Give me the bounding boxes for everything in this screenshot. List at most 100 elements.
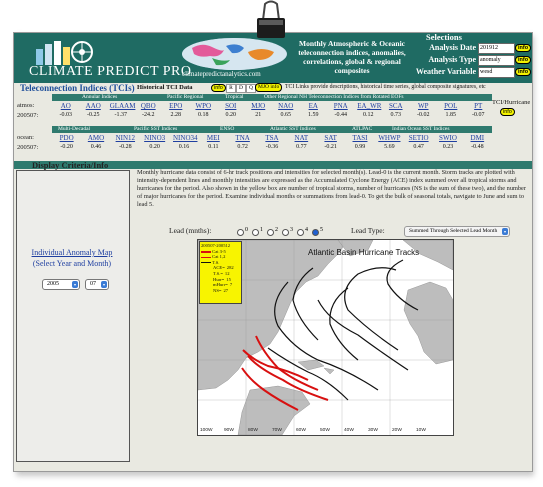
lead-type-select[interactable]: Summed Through Selected Lead Month ▾ bbox=[404, 226, 510, 237]
lead-radio-4[interactable] bbox=[297, 229, 304, 236]
tci-title: Teleconnection Indices (TCIs) bbox=[20, 83, 135, 93]
tci-links-note: TCI Links provide descriptions, historic… bbox=[285, 84, 486, 90]
atmos-index-value-ea: 1.59 bbox=[308, 112, 319, 118]
ocean-index-link-tna[interactable]: TNA bbox=[232, 134, 254, 142]
analysis-date-info-button[interactable]: info bbox=[515, 44, 532, 52]
ocean-index-value-mei: 0.11 bbox=[208, 144, 219, 150]
analysis-type-label: Analysis Type bbox=[428, 55, 477, 64]
ocean-index-link-nino34[interactable]: NINO34 bbox=[173, 134, 198, 142]
lead-radio-label-4: 4 bbox=[305, 227, 308, 233]
month-select[interactable]: 07 ▾ bbox=[85, 279, 109, 290]
analysis-type-select[interactable]: anomaly bbox=[478, 55, 515, 66]
ocean-index-value-nin12: -0.28 bbox=[119, 144, 132, 150]
selections-title: Selections bbox=[426, 32, 462, 42]
ocean-index-link-amo[interactable]: AMO bbox=[85, 134, 107, 142]
atmos-index-link-ea[interactable]: EA bbox=[302, 102, 324, 110]
atmos-index-link-sca[interactable]: SCA bbox=[385, 102, 407, 110]
lead-type-label: Lead Type: bbox=[351, 226, 385, 235]
atmos-index-link-pna[interactable]: PNA bbox=[330, 102, 352, 110]
ocean-index-link-tsa[interactable]: TSA bbox=[261, 134, 283, 142]
ocean-index-link-nino3[interactable]: NINO3 bbox=[144, 134, 166, 142]
mjo-info-button[interactable]: MJO info bbox=[255, 83, 283, 92]
atmos-index-link-soi[interactable]: SOI bbox=[220, 102, 242, 110]
logo-title[interactable]: CLIMATE PREDICT PRO bbox=[29, 64, 191, 80]
ocean-index-link-whwp[interactable]: WHWP bbox=[378, 134, 400, 142]
ocean-index-value-tna: 0.72 bbox=[237, 144, 248, 150]
ocean-label: ocean: bbox=[17, 134, 34, 141]
lead-radio-0[interactable] bbox=[237, 229, 244, 236]
chevron-down-icon: ▾ bbox=[101, 281, 107, 288]
longitude-tick-label: 90W bbox=[224, 428, 234, 433]
tci-hurricane-info-button[interactable]: info bbox=[500, 108, 515, 116]
analysis-date-select[interactable]: 201912 bbox=[478, 43, 515, 54]
left-panel bbox=[16, 170, 130, 462]
ocean-index-value-nat: 0.77 bbox=[296, 144, 307, 150]
ocean-index-value-swio: 0.23 bbox=[442, 144, 454, 150]
historical-tci-label: Historical TCI Data bbox=[137, 84, 193, 91]
lead-radio-5[interactable] bbox=[312, 229, 319, 236]
atmos-index-value-glaam: -1.37 bbox=[114, 112, 128, 118]
ocean-index-link-setio[interactable]: SETIO bbox=[408, 134, 430, 142]
group-atlpac: ATLPAC bbox=[352, 126, 373, 132]
weather-variable-select[interactable]: wesd bbox=[478, 67, 515, 78]
ocean-index-value-nino3: 0.20 bbox=[149, 144, 160, 150]
atmos-index-link-ea_wr[interactable]: EA_WR bbox=[357, 102, 381, 110]
atmos-index-value-nao: 0.65 bbox=[280, 112, 292, 118]
poster-frame: CLIMATE PREDICT PRO climatepredictanalyt… bbox=[13, 32, 533, 472]
atmos-index-link-nao[interactable]: NAO bbox=[275, 102, 297, 110]
map-stat-label: T.S.= bbox=[213, 270, 223, 276]
ocean-index-link-mei[interactable]: MEI bbox=[202, 134, 224, 142]
r-button[interactable]: R bbox=[226, 84, 236, 93]
individual-anomaly-map-subtitle: (Select Year and Month) bbox=[32, 259, 112, 268]
atmos-index-link-qbo[interactable]: QBO bbox=[137, 102, 159, 110]
longitude-tick-label: 80W bbox=[248, 428, 258, 433]
ocean-index-link-dmi[interactable]: DMI bbox=[466, 134, 488, 142]
weather-variable-label: Weather Variable bbox=[415, 67, 476, 76]
longitude-tick-label: 50W bbox=[320, 428, 330, 433]
year-select[interactable]: 2005 ▾ bbox=[42, 279, 80, 290]
ocean-index-link-nin12[interactable]: NIN12 bbox=[114, 134, 136, 142]
atmos-index-link-pt[interactable]: PT bbox=[467, 102, 489, 110]
longitude-tick-label: 20W bbox=[392, 428, 402, 433]
atmos-index-link-wpo[interactable]: WPO bbox=[192, 102, 214, 110]
atmos-index-value-wpo: 0.18 bbox=[198, 112, 209, 118]
site-domain[interactable]: climatepredictanalytics.com bbox=[182, 70, 261, 78]
historical-tci-info-button[interactable]: info bbox=[211, 84, 226, 92]
atmos-index-link-aao[interactable]: AAO bbox=[82, 102, 104, 110]
ocean-index-link-nat[interactable]: NAT bbox=[290, 134, 312, 142]
group-enso: ENSO bbox=[220, 126, 235, 132]
ocean-index-value-pdo: -0.20 bbox=[60, 144, 73, 150]
map-legend: 200507-200512 Cat 3-5 Cat 1,2 T.S. ACE= 2… bbox=[199, 241, 242, 304]
atmos-index-link-pol[interactable]: POL bbox=[440, 102, 462, 110]
map-stat-label: mHurr= bbox=[213, 282, 228, 288]
atmos-index-link-wp[interactable]: WP bbox=[412, 102, 434, 110]
site-tagline: Monthly Atmospheric & Oceanic teleconnec… bbox=[298, 39, 406, 75]
ocean-index-link-pdo[interactable]: PDO bbox=[56, 134, 78, 142]
ocean-index-link-sat[interactable]: SAT bbox=[320, 134, 342, 142]
lead-radio-2[interactable] bbox=[267, 229, 274, 236]
d-button[interactable]: D bbox=[236, 84, 246, 93]
globe-icon bbox=[182, 38, 287, 70]
atmos-index-value-ao: -0.03 bbox=[59, 112, 73, 118]
ocean-index-value-dmi: -0.48 bbox=[471, 144, 484, 150]
atmos-index-link-ao[interactable]: AO bbox=[55, 102, 77, 110]
individual-anomaly-map-link[interactable]: Individual Anomaly Map bbox=[16, 248, 128, 257]
ocean-index-link-swio[interactable]: SWIO bbox=[437, 134, 459, 142]
lead-radio-3[interactable] bbox=[282, 229, 289, 236]
lead-radio-label-0: 0 bbox=[245, 227, 248, 233]
analysis-date-row: Analysis Date 201912 info bbox=[394, 43, 532, 54]
atmos-index-link-epo[interactable]: EPO bbox=[165, 102, 187, 110]
hurricane-track-map: 200507-200512 Cat 3-5 Cat 1,2 T.S. ACE= 2… bbox=[197, 239, 454, 436]
weather-variable-info-button[interactable]: info bbox=[515, 68, 532, 76]
description-text: Monthly hurricane data consist of 6-hr t… bbox=[137, 169, 526, 209]
ocean-index-value-tasi: 0.99 bbox=[354, 144, 366, 150]
atmos-index-link-mjo[interactable]: MJO bbox=[247, 102, 269, 110]
atmos-index-link-glaam[interactable]: GLAAM bbox=[110, 102, 136, 110]
analysis-type-info-button[interactable]: info bbox=[515, 56, 532, 64]
ocean-index-link-tasi[interactable]: TASI bbox=[349, 134, 371, 142]
group-multi-decadal: Multi-Decadal bbox=[58, 126, 91, 132]
lead-radio-1[interactable] bbox=[252, 229, 259, 236]
chevron-down-icon: ▾ bbox=[72, 281, 78, 288]
atmos-index-value-soi: 0.20 bbox=[225, 112, 237, 118]
longitude-tick-label: 40W bbox=[344, 428, 354, 433]
